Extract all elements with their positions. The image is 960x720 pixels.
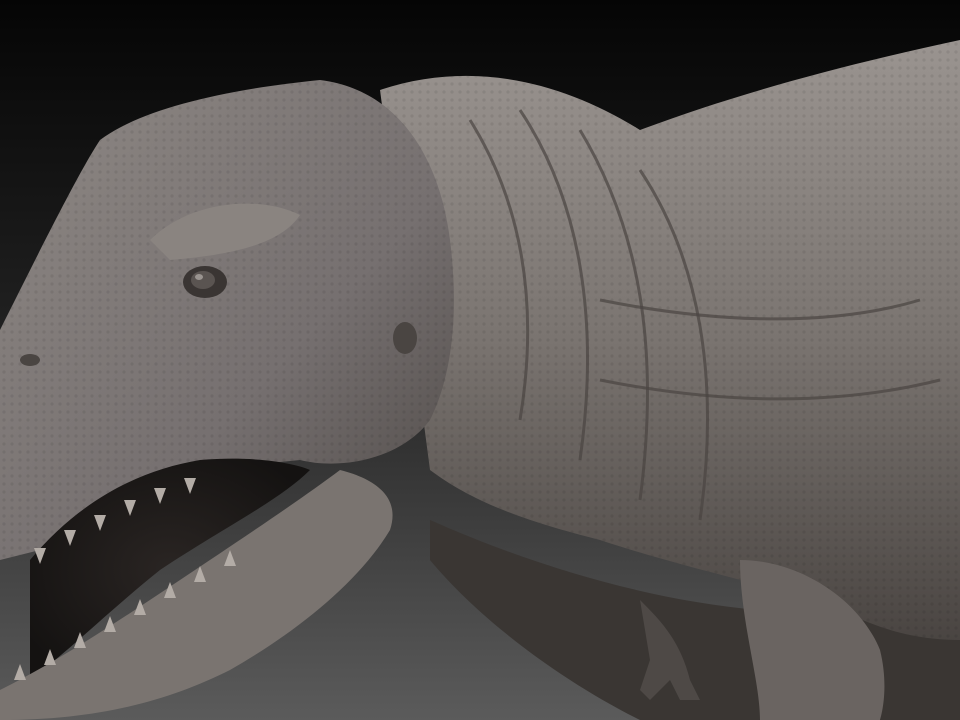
sculpture-render [0, 0, 960, 720]
ear-opening [393, 322, 417, 354]
eye-icon [183, 266, 227, 298]
nostril [20, 354, 40, 366]
render-viewport [0, 0, 960, 720]
